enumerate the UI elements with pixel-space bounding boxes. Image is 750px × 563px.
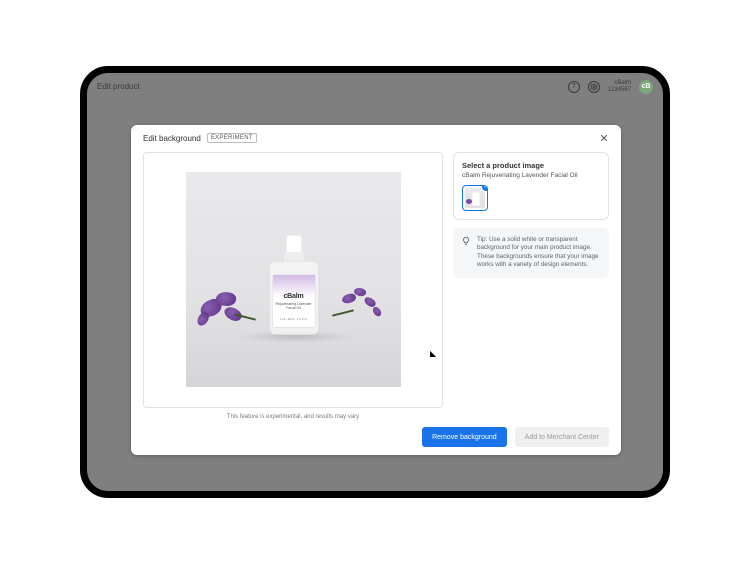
product-image: cBalm Rejuvenating Lavender Facial Oil 1… [186,172,401,387]
avatar[interactable]: cB [639,80,653,94]
tip-text: Tip: Use a solid white or transparent ba… [477,236,601,270]
product-label-volume: 1 oz / 30ml · 1.0 fl oz [280,317,308,321]
help-icon[interactable]: ? [568,81,580,93]
product-bottle: cBalm Rejuvenating Lavender Facial Oil 1… [264,235,324,335]
add-to-merchant-center-button: Add to Merchant Center [515,427,609,447]
page-title: Edit product [97,82,140,91]
modal-footer: Remove background Add to Merchant Center [131,420,621,455]
app-bar: Edit product ? cBalm 1234567 cB [87,73,663,101]
check-icon: ✓ [481,185,488,192]
modal-header: Edit background EXPERIMENT [131,125,621,152]
lightbulb-icon [461,236,471,246]
select-image-card: Select a product image cBalm Rejuvenatin… [453,152,609,220]
modal-title: Edit background [143,134,201,143]
close-icon[interactable] [597,131,611,145]
product-name: cBalm Rejuvenating Lavender Facial Oil [462,172,600,179]
flower-decoration [338,282,393,327]
edit-background-modal: Edit background EXPERIMENT [131,125,621,455]
image-preview: cBalm Rejuvenating Lavender Facial Oil 1… [143,152,443,408]
cursor-icon: ◣ [430,349,436,358]
experiment-badge: EXPERIMENT [207,133,257,143]
gear-icon[interactable] [588,81,600,93]
product-label-sub: Rejuvenating Lavender Facial Oil [273,302,315,310]
remove-background-button[interactable]: Remove background [422,427,507,447]
account-label: cBalm 1234567 [608,80,631,93]
product-brand: cBalm [283,293,303,300]
tip-card: Tip: Use a solid white or transparent ba… [453,228,609,278]
image-thumbnail[interactable]: ✓ [462,185,488,211]
flower-decoration [194,282,254,332]
select-image-title: Select a product image [462,161,600,170]
device-frame: Edit product ? cBalm 1234567 cB Edit bac… [80,66,670,498]
